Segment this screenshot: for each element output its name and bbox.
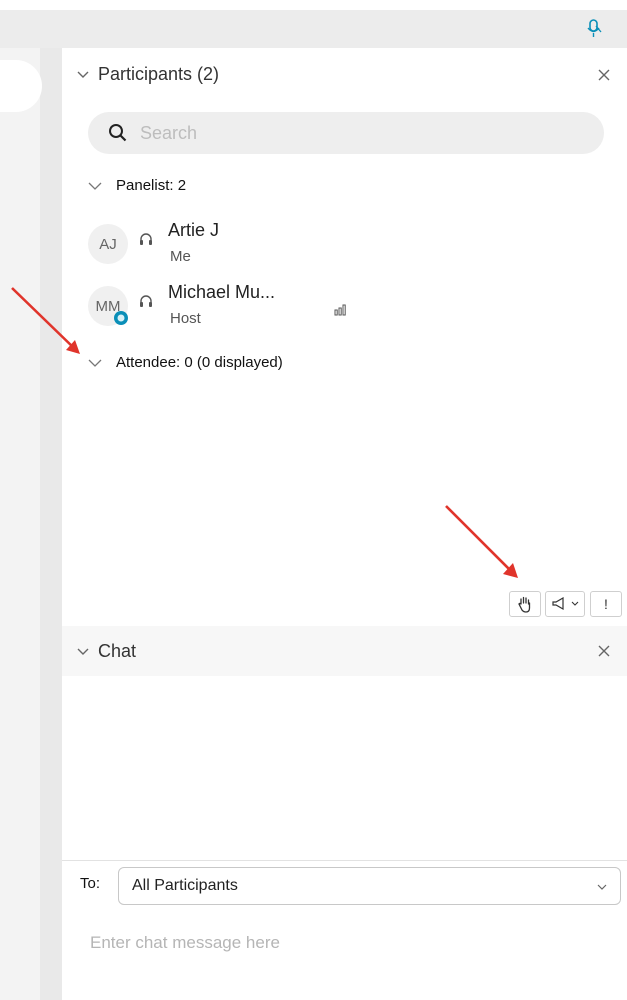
close-icon[interactable] [597, 644, 611, 658]
participants-header[interactable]: Participants (2) [62, 48, 627, 100]
participant-row[interactable]: AJ Artie J Me [88, 220, 588, 270]
panel-divider [40, 48, 62, 1000]
chevron-down-icon[interactable] [88, 357, 102, 369]
search-input[interactable] [140, 112, 580, 154]
chat-message-input[interactable] [90, 928, 610, 958]
chevron-down-icon [597, 884, 607, 890]
divider [62, 860, 627, 861]
attendee-section-toggle[interactable]: Attendee: 0 (0 displayed) [88, 354, 283, 371]
panelist-section-toggle[interactable]: Panelist: 2 [88, 177, 186, 194]
chat-recipient-value: All Participants [132, 877, 238, 894]
chat-recipient-select[interactable]: All Participants [118, 867, 621, 905]
audio-level-icon [334, 304, 346, 316]
chevron-down-icon[interactable] [88, 180, 102, 192]
close-icon[interactable] [597, 68, 611, 82]
panelist-section-label: Panelist: 2 [116, 177, 187, 194]
avatar-initials: AJ [99, 235, 117, 253]
top-bar-tab [0, 0, 158, 10]
participant-role: Me [170, 248, 191, 265]
raise-hand-button[interactable] [509, 591, 541, 617]
attendee-section-label: Attendee: 0 (0 displayed) [116, 354, 283, 371]
chat-header[interactable]: Chat [62, 626, 627, 676]
top-bar [0, 10, 627, 48]
participant-name: Michael Mu... [168, 282, 276, 302]
headset-icon [140, 233, 152, 245]
left-sidebar-strip [0, 48, 40, 1000]
microphone-icon[interactable] [585, 18, 603, 40]
annotation-arrow [445, 505, 518, 578]
participant-name: Artie J [168, 220, 220, 240]
chat-title: Chat [98, 640, 137, 661]
megaphone-icon [552, 597, 564, 611]
participant-role: Host [170, 310, 201, 327]
avatar: AJ [88, 224, 128, 264]
headset-icon [140, 295, 152, 307]
raise-hand-icon [518, 596, 531, 613]
participant-row[interactable]: MM Michael Mu... Host [88, 282, 588, 332]
chat-to-label: To: [80, 875, 101, 892]
chevron-down-icon[interactable] [76, 644, 90, 658]
video-status-icon [114, 311, 128, 325]
search-icon [109, 124, 127, 142]
participants-title: Participants (2) [98, 63, 220, 84]
annotation-arrow [11, 287, 80, 354]
chevron-down-icon[interactable] [76, 67, 90, 81]
alert-button-label: ! [604, 596, 608, 612]
megaphone-button[interactable] [545, 591, 585, 617]
chevron-down-icon [571, 601, 579, 606]
alert-button[interactable]: ! [590, 591, 622, 617]
